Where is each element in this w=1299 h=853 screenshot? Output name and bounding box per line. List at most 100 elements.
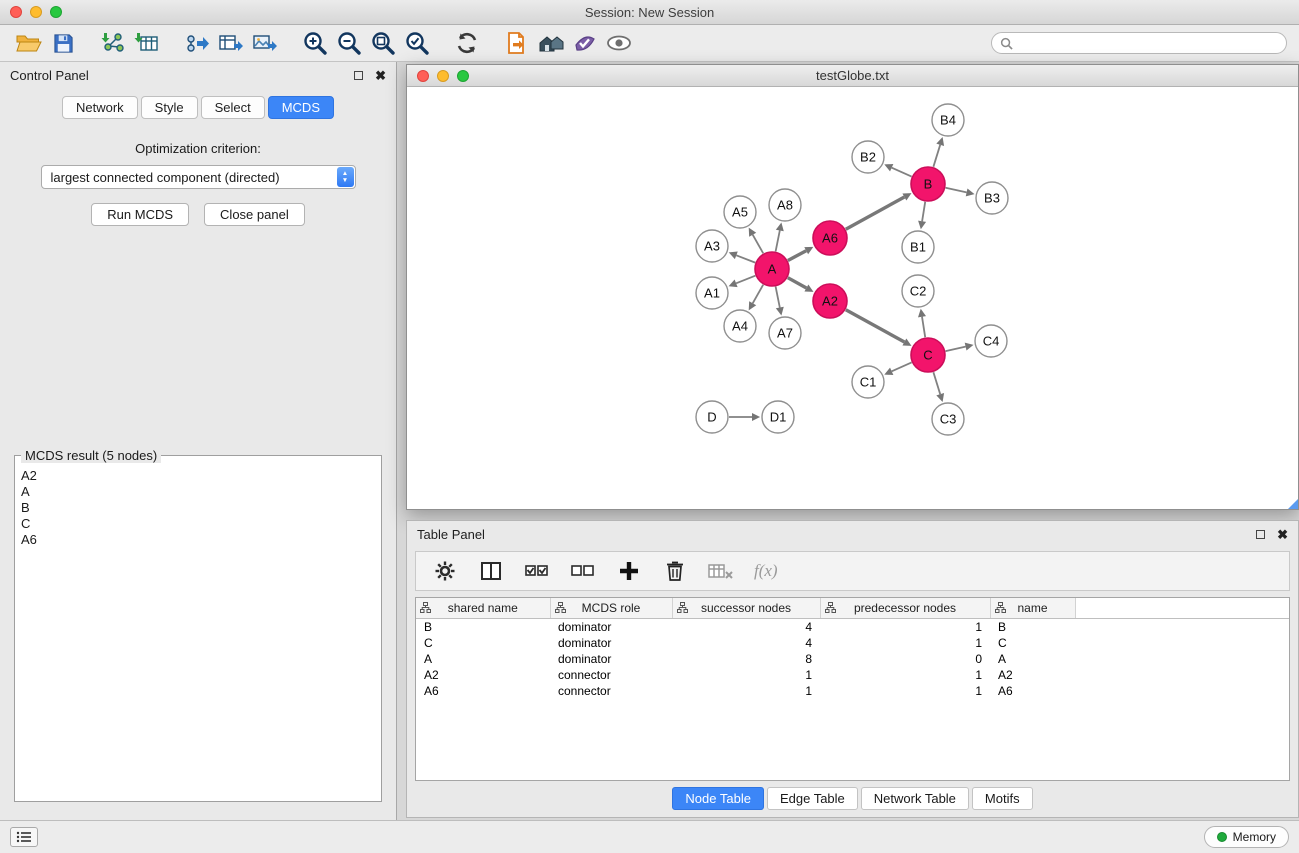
network-close-button[interactable] <box>417 70 429 82</box>
table-cell[interactable]: A <box>990 651 1075 667</box>
network-node-A5[interactable]: A5 <box>724 196 756 228</box>
table-cell[interactable]: A6 <box>990 683 1075 699</box>
table-row[interactable]: Bdominator41B <box>416 618 1289 635</box>
network-edge-B-B1[interactable] <box>922 202 925 222</box>
memory-button[interactable]: Memory <box>1204 826 1289 848</box>
table-cell[interactable]: 1 <box>820 635 990 651</box>
deselect-all-icon[interactable] <box>570 558 596 584</box>
table-tab-edge-table[interactable]: Edge Table <box>767 787 858 810</box>
network-node-B4[interactable]: B4 <box>932 104 964 136</box>
network-edge-A-A7[interactable] <box>776 287 780 308</box>
close-panel-icon[interactable]: ✖ <box>375 69 386 82</box>
network-edge-A-A2[interactable] <box>788 278 807 288</box>
column-header-successor-nodes[interactable]: successor nodes <box>672 598 820 618</box>
table-cell[interactable]: 1 <box>820 667 990 683</box>
table-cell[interactable]: 0 <box>820 651 990 667</box>
run-mcds-button[interactable]: Run MCDS <box>91 203 189 226</box>
table-cell[interactable]: 8 <box>672 651 820 667</box>
network-maximize-button[interactable] <box>457 70 469 82</box>
zoom-out-icon[interactable] <box>332 28 366 58</box>
network-edge-B-B3[interactable] <box>946 188 967 193</box>
home-icon[interactable] <box>534 28 568 58</box>
network-edge-A-A5[interactable] <box>753 235 764 254</box>
network-node-B1[interactable]: B1 <box>902 231 934 263</box>
network-edge-B-B4[interactable] <box>933 145 940 167</box>
network-edge-A-A6[interactable] <box>788 251 806 261</box>
table-cell[interactable]: 4 <box>672 635 820 651</box>
search-box[interactable] <box>991 32 1287 54</box>
table-cell[interactable]: 4 <box>672 618 820 635</box>
table-cell[interactable]: 1 <box>820 683 990 699</box>
add-column-icon[interactable] <box>616 558 642 584</box>
table-cell[interactable]: C <box>990 635 1075 651</box>
network-node-A2[interactable]: A2 <box>813 284 847 318</box>
network-node-A8[interactable]: A8 <box>769 189 801 221</box>
network-edge-A-A1[interactable] <box>736 276 755 284</box>
table-cell[interactable]: dominator <box>550 635 672 651</box>
network-node-B2[interactable]: B2 <box>852 141 884 173</box>
panel-list-icon[interactable] <box>10 827 38 847</box>
control-tab-mcds[interactable]: MCDS <box>268 96 334 119</box>
network-canvas[interactable]: B4B2BB3A8A5A6A3B1AC2A1A2A4A7C4CC1DD1C3 <box>407 87 1298 509</box>
delete-table-icon[interactable] <box>708 558 734 584</box>
network-node-B3[interactable]: B3 <box>976 182 1008 214</box>
close-window-button[interactable] <box>10 6 22 18</box>
visual-style-icon[interactable] <box>568 28 602 58</box>
table-cell[interactable]: connector <box>550 667 672 683</box>
network-edge-C-C3[interactable] <box>933 372 940 394</box>
control-tab-style[interactable]: Style <box>141 96 198 119</box>
import-network-icon[interactable] <box>96 28 130 58</box>
network-node-A1[interactable]: A1 <box>696 277 728 309</box>
table-cell[interactable]: dominator <box>550 618 672 635</box>
zoom-selected-icon[interactable] <box>400 28 434 58</box>
delete-column-icon[interactable] <box>662 558 688 584</box>
optimization-criterion-dropdown[interactable]: largest connected component (directed) ▲… <box>41 165 356 189</box>
mcds-result-item[interactable]: A <box>21 484 375 500</box>
table-cell[interactable]: A <box>416 651 550 667</box>
network-node-A7[interactable]: A7 <box>769 317 801 349</box>
open-recent-icon[interactable] <box>500 28 534 58</box>
table-cell[interactable]: A2 <box>990 667 1075 683</box>
network-edge-A6-B[interactable] <box>846 197 905 229</box>
network-edge-B-B2[interactable] <box>892 168 912 177</box>
refresh-icon[interactable] <box>450 28 484 58</box>
table-cell[interactable]: connector <box>550 683 672 699</box>
zoom-fit-icon[interactable] <box>366 28 400 58</box>
network-node-C1[interactable]: C1 <box>852 366 884 398</box>
import-table-icon[interactable] <box>130 28 164 58</box>
network-node-B[interactable]: B <box>911 167 945 201</box>
table-cell[interactable]: 1 <box>672 683 820 699</box>
table-tab-network-table[interactable]: Network Table <box>861 787 969 810</box>
mcds-result-item[interactable]: C <box>21 516 375 532</box>
column-header-MCDS-role[interactable]: MCDS role <box>550 598 672 618</box>
table-cell[interactable]: A2 <box>416 667 550 683</box>
network-edge-A-A3[interactable] <box>736 255 755 262</box>
table-cell[interactable]: dominator <box>550 651 672 667</box>
table-cell[interactable]: C <box>416 635 550 651</box>
table-tab-node-table[interactable]: Node Table <box>672 787 764 810</box>
table-cell[interactable]: 1 <box>672 667 820 683</box>
float-panel-icon[interactable] <box>354 71 363 80</box>
mcds-result-item[interactable]: B <box>21 500 375 516</box>
network-node-C[interactable]: C <box>911 338 945 372</box>
network-edge-A-A8[interactable] <box>776 231 780 252</box>
mcds-result-item[interactable]: A2 <box>21 468 375 484</box>
window-resize-handle[interactable] <box>1288 499 1298 509</box>
float-table-panel-icon[interactable] <box>1256 530 1265 539</box>
network-minimize-button[interactable] <box>437 70 449 82</box>
table-row[interactable]: A2connector11A2 <box>416 667 1289 683</box>
export-table-icon[interactable] <box>214 28 248 58</box>
table-cell[interactable]: B <box>990 618 1075 635</box>
zoom-in-icon[interactable] <box>298 28 332 58</box>
network-edge-C-C1[interactable] <box>892 362 912 371</box>
select-all-icon[interactable] <box>524 558 550 584</box>
network-node-A3[interactable]: A3 <box>696 230 728 262</box>
close-table-panel-icon[interactable]: ✖ <box>1277 528 1288 541</box>
export-image-icon[interactable] <box>248 28 282 58</box>
network-node-D1[interactable]: D1 <box>762 401 794 433</box>
control-tab-network[interactable]: Network <box>62 96 138 119</box>
column-header-predecessor-nodes[interactable]: predecessor nodes <box>820 598 990 618</box>
hide-unhide-icon[interactable] <box>602 28 636 58</box>
minimize-window-button[interactable] <box>30 6 42 18</box>
network-node-C3[interactable]: C3 <box>932 403 964 435</box>
